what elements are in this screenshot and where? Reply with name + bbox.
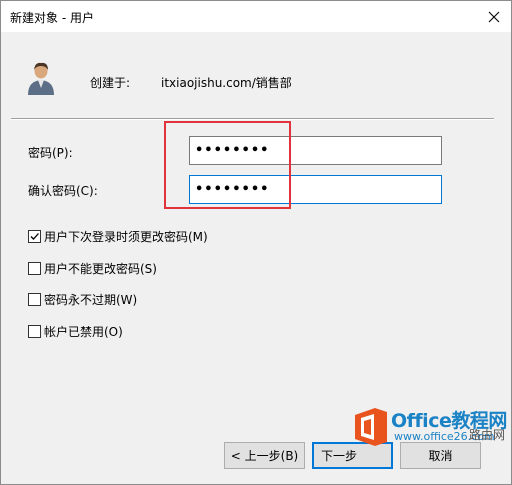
- password-field[interactable]: ••••••••: [189, 136, 442, 165]
- window-title: 新建对象 - 用户: [10, 11, 94, 25]
- password-label: 密码(P):: [28, 146, 73, 160]
- new-user-dialog: 新建对象 - 用户 创建于: itxiaojishu.com/销售部 密码(P)…: [0, 0, 512, 485]
- header-divider: [11, 118, 494, 120]
- close-icon: [488, 11, 500, 22]
- checkmark-icon: [30, 233, 39, 240]
- checkbox-account-disabled[interactable]: [28, 325, 41, 338]
- option-label: 用户不能更改密码(S): [44, 262, 157, 276]
- confirm-password-label: 确认密码(C):: [28, 184, 98, 198]
- checkbox-must-change-password[interactable]: [28, 230, 41, 243]
- user-avatar-icon: [28, 62, 54, 95]
- option-label: 密码永不过期(W): [44, 293, 138, 307]
- checkbox-cannot-change-password[interactable]: [28, 262, 41, 275]
- option-label: 用户下次登录时须更改密码(M): [44, 230, 208, 244]
- back-button[interactable]: < 上一步(B): [224, 442, 305, 469]
- corner-watermark-text: 路由网: [469, 428, 506, 442]
- confirm-password-field[interactable]: ••••••••: [189, 175, 442, 204]
- checkbox-password-never-expires[interactable]: [28, 293, 41, 306]
- option-account-disabled[interactable]: 帐户已禁用(O): [28, 323, 123, 340]
- created-in-path: itxiaojishu.com/销售部: [161, 76, 292, 90]
- option-must-change-password[interactable]: 用户下次登录时须更改密码(M): [28, 228, 208, 245]
- close-button[interactable]: [477, 1, 511, 32]
- confirm-password-value: ••••••••: [195, 182, 270, 197]
- option-label: 帐户已禁用(O): [44, 325, 123, 339]
- created-in-label: 创建于:: [90, 76, 131, 90]
- password-value: ••••••••: [195, 143, 270, 158]
- option-password-never-expires[interactable]: 密码永不过期(W): [28, 291, 137, 308]
- title-bar: 新建对象 - 用户: [1, 1, 511, 32]
- office-logo-icon: [355, 408, 387, 446]
- option-cannot-change-password[interactable]: 用户不能更改密码(S): [28, 260, 157, 277]
